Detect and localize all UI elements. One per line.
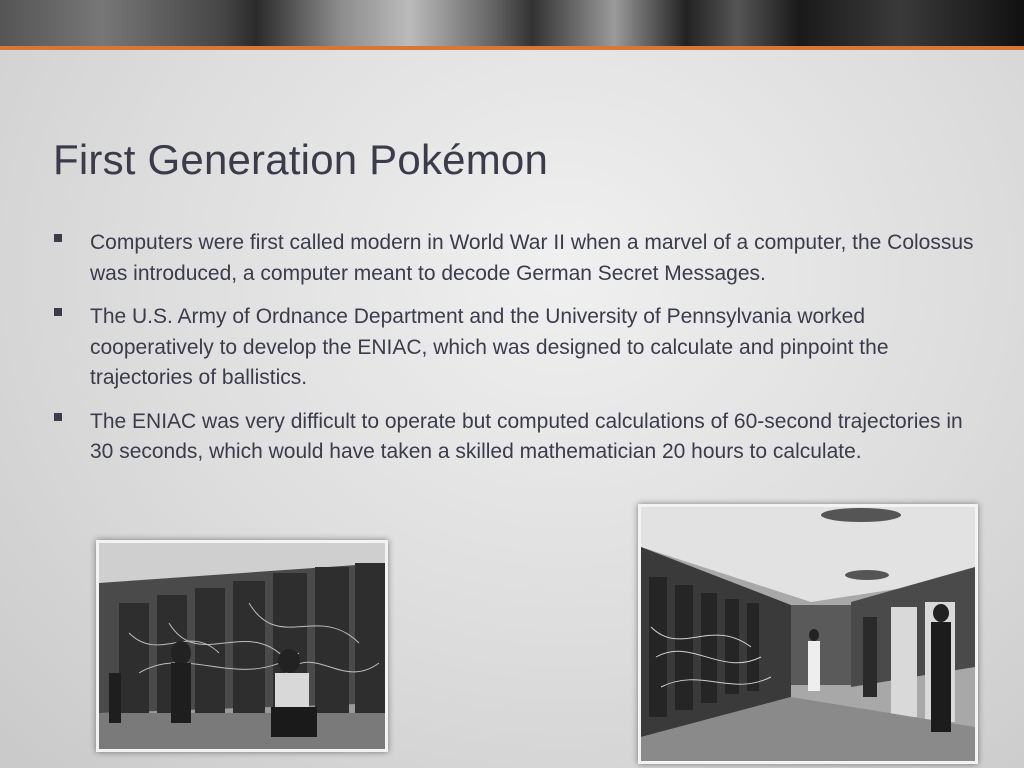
slide-title: First Generation Pokémon	[53, 136, 549, 183]
header-banner-image	[0, 0, 1024, 46]
eniac-photo-left	[96, 540, 388, 752]
header-accent-rule	[0, 46, 1024, 50]
bullet-text: Computers were first called modern in Wo…	[90, 231, 974, 285]
bullet-text: The ENIAC was very difficult to operate …	[90, 409, 963, 464]
bullet-item: Computers were first called modern in Wo…	[52, 228, 982, 289]
square-bullet-icon	[54, 308, 62, 316]
bullet-list: Computers were first called modern in Wo…	[52, 228, 982, 481]
square-bullet-icon	[54, 412, 62, 421]
square-bullet-icon	[54, 234, 62, 242]
eniac-photo-right	[638, 504, 978, 764]
bullet-text: The U.S. Army of Ordnance Department and…	[90, 305, 889, 389]
eniac-operators-illustration	[99, 543, 385, 749]
bullet-item: The U.S. Army of Ordnance Department and…	[52, 302, 982, 394]
bullet-item: The ENIAC was very difficult to operate …	[52, 407, 982, 468]
eniac-room-illustration	[641, 507, 975, 761]
